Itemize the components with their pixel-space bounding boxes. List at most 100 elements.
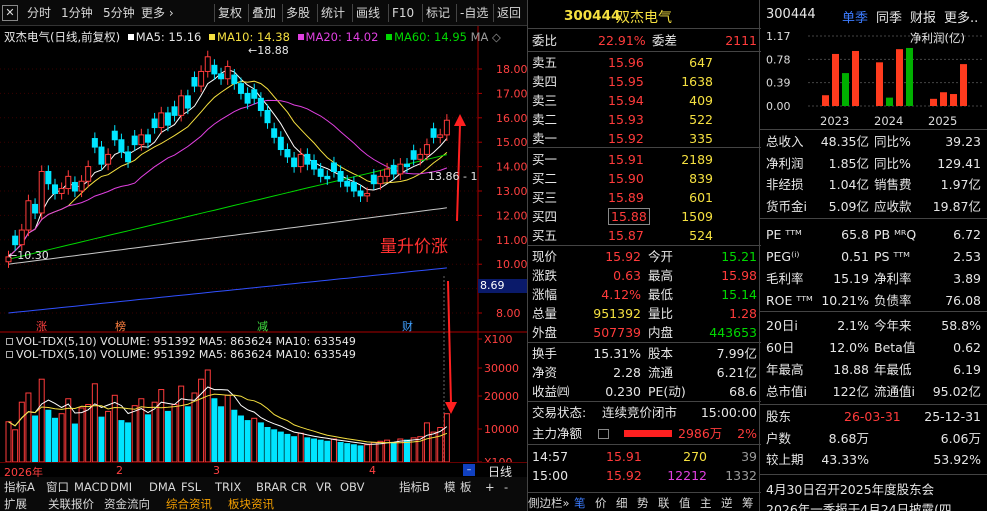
detail-icon[interactable]: [598, 429, 609, 439]
bid-row[interactable]: 买五 15.87 524: [528, 226, 761, 245]
checkbox-icon[interactable]: [6, 338, 13, 345]
quote-tab[interactable]: 细: [616, 495, 628, 511]
fin-label: 60日: [766, 340, 795, 355]
candle-body: [51, 184, 58, 194]
indicator-tab[interactable]: BRAR: [256, 479, 287, 495]
quote-tab[interactable]: 逆: [721, 495, 733, 511]
sub-tab[interactable]: 综合资讯: [166, 496, 212, 511]
fin-label: 负债率: [874, 293, 912, 308]
news-item-2[interactable]: 2026年一季报于4月24日披露(四: [766, 499, 952, 511]
bid-row[interactable]: 买一 15.91 2189: [528, 150, 761, 169]
holder-row-label: 较上期: [766, 452, 804, 467]
event-tag-limitup[interactable]: 涨: [36, 318, 47, 334]
event-tag-reduce[interactable]: 减: [257, 318, 268, 334]
event-tag-finance[interactable]: 财: [402, 318, 413, 334]
quote-tab[interactable]: 值: [679, 495, 691, 511]
indicator-tabs: 指标A 窗口 MACD DMI DMA FSL TRIX BRAR CR VR OBV 指标B 模板 + -…: [0, 477, 527, 511]
volume-bar: [218, 406, 225, 463]
ask-row[interactable]: 卖五 15.96 647: [528, 53, 761, 72]
draw-line-button[interactable]: 画线: [352, 4, 383, 22]
indicator-tab[interactable]: 板: [460, 479, 472, 495]
bid-row[interactable]: 买四 15.88 1509: [528, 207, 761, 226]
fin-value: 39.23: [945, 134, 981, 149]
indicator-tab[interactable]: TRIX: [215, 479, 241, 495]
quote-tab[interactable]: 笔: [574, 495, 586, 511]
watchlist-button[interactable]: -自选: [456, 4, 491, 22]
volume-bar: [144, 414, 151, 463]
sub-tab[interactable]: 资金流向: [104, 496, 150, 511]
indicator-tab[interactable]: 指标B: [399, 479, 430, 495]
bid-volume: 2189: [681, 152, 713, 167]
more-button[interactable]: 更多 ›: [138, 4, 177, 22]
quote-tab[interactable]: 筹: [742, 495, 754, 511]
fin-ytick-label: 0.39: [766, 77, 791, 90]
fin-tab-report[interactable]: 财报: [910, 7, 936, 26]
tab-1min[interactable]: 1分钟: [58, 4, 96, 22]
statistics-button[interactable]: 统计: [317, 4, 348, 22]
sub-tab[interactable]: 板块资讯: [228, 496, 274, 511]
overlay-button[interactable]: 叠加: [248, 4, 279, 22]
tab-intraday[interactable]: 分时: [24, 4, 54, 22]
bid-row[interactable]: 买三 15.89 601: [528, 188, 761, 207]
quote-tab[interactable]: 价: [595, 495, 607, 511]
news-item-1[interactable]: 4月30日召开2025年度股东会: [766, 479, 934, 498]
fin-bar: [852, 50, 859, 106]
quote-tab[interactable]: 联: [658, 495, 670, 511]
chart-title: 双杰电气(日线,前复权): [4, 30, 121, 44]
indicator-tab[interactable]: DMA: [149, 479, 176, 495]
price-tick-label: 10.00: [496, 258, 527, 271]
volume-bar: [131, 405, 138, 463]
fin-chart-title: 净利润(亿): [910, 31, 965, 45]
candle-body: [350, 181, 357, 192]
indicator-tab[interactable]: 指标A: [4, 479, 35, 495]
indicator-tab[interactable]: FSL: [181, 479, 201, 495]
rights-adjust-button[interactable]: 复权: [214, 4, 245, 22]
bid-row[interactable]: 买二 15.90 839: [528, 169, 761, 188]
scroll-right-button[interactable]: –: [463, 464, 475, 476]
fundamental-row: 换手 15.31% 股本 7.99亿: [528, 344, 761, 363]
quote-tab[interactable]: 側边栏»: [528, 495, 570, 511]
bid-volume: 839: [689, 171, 713, 186]
indicator-tab[interactable]: CR: [291, 479, 307, 495]
candle-body: [297, 153, 304, 168]
tick-row: 14:57 15.91 270 39: [528, 447, 761, 466]
fundamental-label: 收益㈣: [532, 384, 570, 399]
indicator-tab[interactable]: -: [504, 479, 508, 495]
indicator-tab[interactable]: MACD: [74, 479, 108, 495]
sub-tab[interactable]: 扩展: [4, 496, 27, 511]
stat-value: 15.21: [721, 249, 757, 264]
back-button[interactable]: 返回: [493, 4, 524, 22]
fin-tab-more[interactable]: 更多..: [944, 7, 978, 26]
checkbox-icon[interactable]: [6, 351, 13, 358]
close-icon[interactable]: ✕: [2, 5, 18, 21]
f10-button[interactable]: F10: [388, 4, 417, 22]
sub-tab[interactable]: 关联报价: [48, 496, 94, 511]
indicator-tab[interactable]: DMI: [110, 479, 132, 495]
ask-row[interactable]: 卖四 15.95 1638: [528, 72, 761, 91]
quote-tab[interactable]: 势: [637, 495, 649, 511]
ma-more-label[interactable]: MA ◇: [471, 30, 501, 44]
ask-row[interactable]: 卖一 15.92 335: [528, 129, 761, 148]
event-tag-rank[interactable]: 榜: [115, 318, 126, 334]
fin-label: PE ᵀᵀᴹ: [766, 227, 802, 242]
ask-label: 卖四: [532, 74, 558, 89]
indicator-tab[interactable]: +: [485, 479, 495, 495]
ask-row[interactable]: 卖二 15.93 522: [528, 110, 761, 129]
indicator-tab[interactable]: 模: [444, 479, 456, 495]
candle-body: [18, 229, 25, 246]
fin-tab-quarter[interactable]: 单季: [842, 7, 868, 26]
quote-tab[interactable]: 主: [700, 495, 712, 511]
fin-bar: [832, 53, 839, 106]
fin-tab-yoy[interactable]: 同季: [876, 7, 902, 26]
indicator-tab[interactable]: 窗口: [46, 479, 69, 495]
mark-button[interactable]: 标记: [422, 4, 453, 22]
ask-row[interactable]: 卖三 15.94 409: [528, 91, 761, 110]
indicator-tab[interactable]: OBV: [340, 479, 364, 495]
volume-bar: [184, 406, 191, 463]
indicator-tab[interactable]: VR: [316, 479, 332, 495]
candle-body: [284, 149, 291, 158]
multi-stock-button[interactable]: 多股: [282, 4, 313, 22]
tab-5min[interactable]: 5分钟: [100, 4, 138, 22]
fin-label: 非经损: [766, 177, 804, 192]
net-flow-bar: [624, 430, 672, 437]
